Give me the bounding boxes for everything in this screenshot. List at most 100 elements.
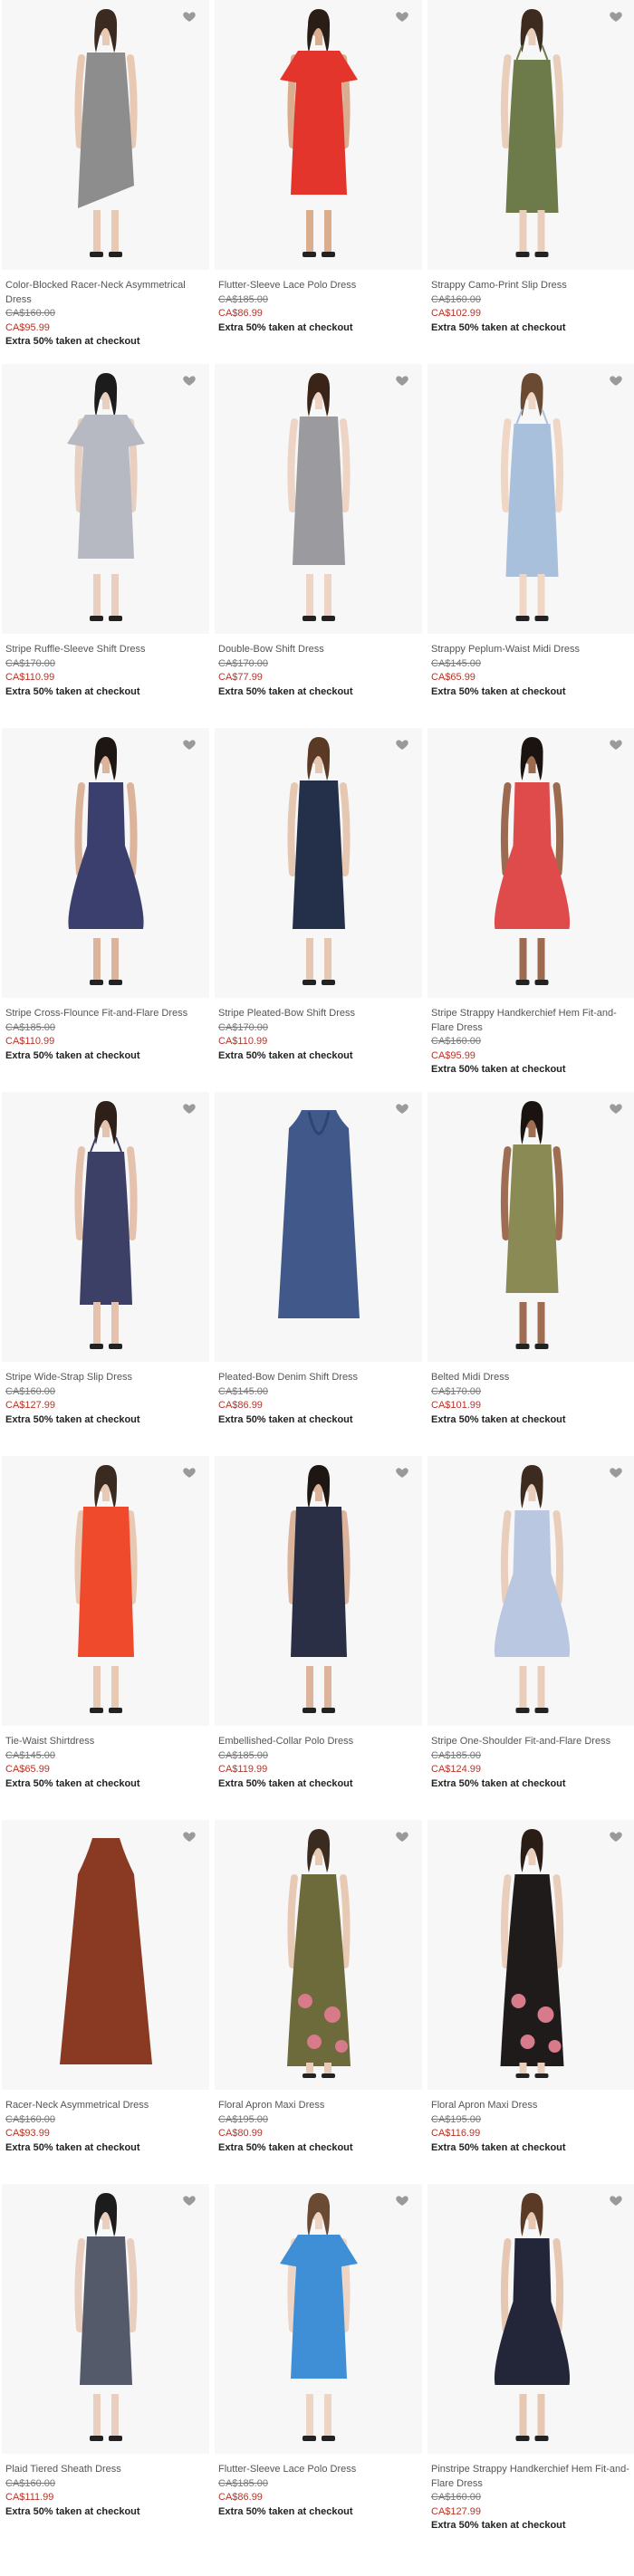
product-image[interactable]: [215, 1820, 422, 2090]
product-card[interactable]: Plaid Tiered Sheath Dress CA$160.00 CA$1…: [2, 2184, 209, 2548]
heart-icon[interactable]: [609, 373, 623, 388]
product-image[interactable]: [2, 364, 209, 634]
heart-icon[interactable]: [395, 1829, 409, 1843]
product-image[interactable]: [2, 1456, 209, 1726]
product-card[interactable]: Stripe Ruffle-Sleeve Shift Dress CA$170.…: [2, 364, 209, 728]
product-card[interactable]: Color-Blocked Racer-Neck Asymmetrical Dr…: [2, 0, 209, 364]
product-card[interactable]: Stripe One-Shoulder Fit-and-Flare Dress …: [427, 1456, 634, 1820]
heart-icon[interactable]: [395, 1465, 409, 1480]
heart-icon[interactable]: [609, 1101, 623, 1116]
model-photo: [427, 1820, 634, 2090]
product-image[interactable]: [427, 0, 634, 270]
sale-price: CA$95.99: [431, 1049, 476, 1061]
product-image[interactable]: [427, 1092, 634, 1362]
product-image[interactable]: [427, 1820, 634, 2090]
product-card[interactable]: Embellished-Collar Polo Dress CA$185.00 …: [215, 1456, 422, 1820]
product-image[interactable]: [427, 2184, 634, 2454]
heart-icon[interactable]: [182, 1101, 197, 1116]
heart-icon[interactable]: [609, 1465, 623, 1480]
product-name[interactable]: Stripe Cross-Flounce Fit-and-Flare Dress: [5, 1007, 206, 1021]
heart-icon[interactable]: [182, 9, 197, 24]
product-name[interactable]: Pinstripe Strappy Handkerchief Hem Fit-a…: [431, 2463, 632, 2491]
product-info: Stripe Wide-Strap Slip Dress CA$160.00 C…: [2, 1362, 209, 1427]
product-image[interactable]: [215, 364, 422, 634]
product-image[interactable]: [2, 0, 209, 270]
heart-icon[interactable]: [182, 373, 197, 388]
product-image[interactable]: [215, 1456, 422, 1726]
heart-icon[interactable]: [395, 9, 409, 24]
product-image[interactable]: [215, 728, 422, 998]
promo-text: Extra 50% taken at checkout: [431, 2141, 566, 2153]
product-name[interactable]: Stripe Wide-Strap Slip Dress: [5, 1371, 206, 1385]
product-image[interactable]: [215, 0, 422, 270]
product-name[interactable]: Stripe One-Shoulder Fit-and-Flare Dress: [431, 1735, 632, 1749]
product-image[interactable]: [2, 1092, 209, 1362]
sale-price: CA$119.99: [218, 1764, 268, 1775]
product-card[interactable]: Double-Bow Shift Dress CA$170.00 CA$77.9…: [215, 364, 422, 728]
model-photo: [215, 1820, 422, 2090]
product-card[interactable]: Racer-Neck Asymmetrical Dress CA$160.00 …: [2, 1820, 209, 2184]
product-name[interactable]: Strappy Camo-Print Slip Dress: [431, 279, 632, 293]
product-name[interactable]: Pleated-Bow Denim Shift Dress: [218, 1371, 418, 1385]
product-card[interactable]: Stripe Wide-Strap Slip Dress CA$160.00 C…: [2, 1092, 209, 1456]
product-image[interactable]: [427, 364, 634, 634]
product-image[interactable]: [2, 728, 209, 998]
promo-text: Extra 50% taken at checkout: [431, 321, 566, 333]
product-name[interactable]: Double-Bow Shift Dress: [218, 643, 418, 657]
product-card[interactable]: Belted Midi Dress CA$170.00 CA$101.99 Ex…: [427, 1092, 634, 1456]
original-price: CA$195.00: [218, 2113, 269, 2125]
heart-icon[interactable]: [395, 2193, 409, 2207]
heart-icon[interactable]: [609, 737, 623, 752]
product-card[interactable]: Strappy Peplum-Waist Midi Dress CA$145.0…: [427, 364, 634, 728]
product-card[interactable]: Flutter-Sleeve Lace Polo Dress CA$185.00…: [215, 2184, 422, 2548]
product-name[interactable]: Racer-Neck Asymmetrical Dress: [5, 2099, 206, 2113]
product-name[interactable]: Color-Blocked Racer-Neck Asymmetrical Dr…: [5, 279, 206, 307]
sale-price: CA$86.99: [218, 308, 263, 319]
product-card[interactable]: Floral Apron Maxi Dress CA$195.00 CA$80.…: [215, 1820, 422, 2184]
product-name[interactable]: Stripe Ruffle-Sleeve Shift Dress: [5, 643, 206, 657]
product-image[interactable]: [215, 1092, 422, 1362]
product-card[interactable]: Strappy Camo-Print Slip Dress CA$160.00 …: [427, 0, 634, 364]
heart-icon[interactable]: [395, 1101, 409, 1116]
heart-icon[interactable]: [182, 737, 197, 752]
product-info: Strappy Camo-Print Slip Dress CA$160.00 …: [427, 270, 634, 335]
product-info: Stripe One-Shoulder Fit-and-Flare Dress …: [427, 1726, 634, 1791]
product-name[interactable]: Embellished-Collar Polo Dress: [218, 1735, 418, 1749]
product-name[interactable]: Flutter-Sleeve Lace Polo Dress: [218, 279, 418, 293]
product-card[interactable]: Stripe Pleated-Bow Shift Dress CA$170.00…: [215, 728, 422, 1092]
product-image[interactable]: [427, 1456, 634, 1726]
model-photo: [215, 1092, 422, 1362]
product-card[interactable]: Tie-Waist Shirtdress CA$145.00 CA$65.99 …: [2, 1456, 209, 1820]
product-name[interactable]: Tie-Waist Shirtdress: [5, 1735, 206, 1749]
product-card[interactable]: Stripe Cross-Flounce Fit-and-Flare Dress…: [2, 728, 209, 1092]
product-info: Pleated-Bow Denim Shift Dress CA$145.00 …: [215, 1362, 422, 1427]
product-image[interactable]: [2, 2184, 209, 2454]
heart-icon[interactable]: [395, 737, 409, 752]
product-name[interactable]: Floral Apron Maxi Dress: [218, 2099, 418, 2113]
product-name[interactable]: Flutter-Sleeve Lace Polo Dress: [218, 2463, 418, 2477]
heart-icon[interactable]: [609, 9, 623, 24]
heart-icon[interactable]: [182, 1829, 197, 1843]
product-name[interactable]: Belted Midi Dress: [431, 1371, 632, 1385]
heart-icon[interactable]: [395, 373, 409, 388]
heart-icon[interactable]: [609, 2193, 623, 2207]
product-card[interactable]: Flutter-Sleeve Lace Polo Dress CA$185.00…: [215, 0, 422, 364]
product-name[interactable]: Stripe Strappy Handkerchief Hem Fit-and-…: [431, 1007, 632, 1035]
product-name[interactable]: Floral Apron Maxi Dress: [431, 2099, 632, 2113]
product-card[interactable]: Pleated-Bow Denim Shift Dress CA$145.00 …: [215, 1092, 422, 1456]
product-name[interactable]: Strappy Peplum-Waist Midi Dress: [431, 643, 632, 657]
product-image[interactable]: [215, 2184, 422, 2454]
product-info: Embellished-Collar Polo Dress CA$185.00 …: [215, 1726, 422, 1791]
product-name[interactable]: Stripe Pleated-Bow Shift Dress: [218, 1007, 418, 1021]
heart-icon[interactable]: [609, 1829, 623, 1843]
product-name[interactable]: Plaid Tiered Sheath Dress: [5, 2463, 206, 2477]
heart-icon[interactable]: [182, 2193, 197, 2207]
product-image[interactable]: [427, 728, 634, 998]
product-card[interactable]: Stripe Strappy Handkerchief Hem Fit-and-…: [427, 728, 634, 1092]
heart-icon[interactable]: [182, 1465, 197, 1480]
product-card[interactable]: Pinstripe Strappy Handkerchief Hem Fit-a…: [427, 2184, 634, 2548]
original-price: CA$170.00: [431, 1385, 482, 1397]
product-image[interactable]: [2, 1820, 209, 2090]
model-photo: [215, 1456, 422, 1726]
product-card[interactable]: Floral Apron Maxi Dress CA$195.00 CA$116…: [427, 1820, 634, 2184]
